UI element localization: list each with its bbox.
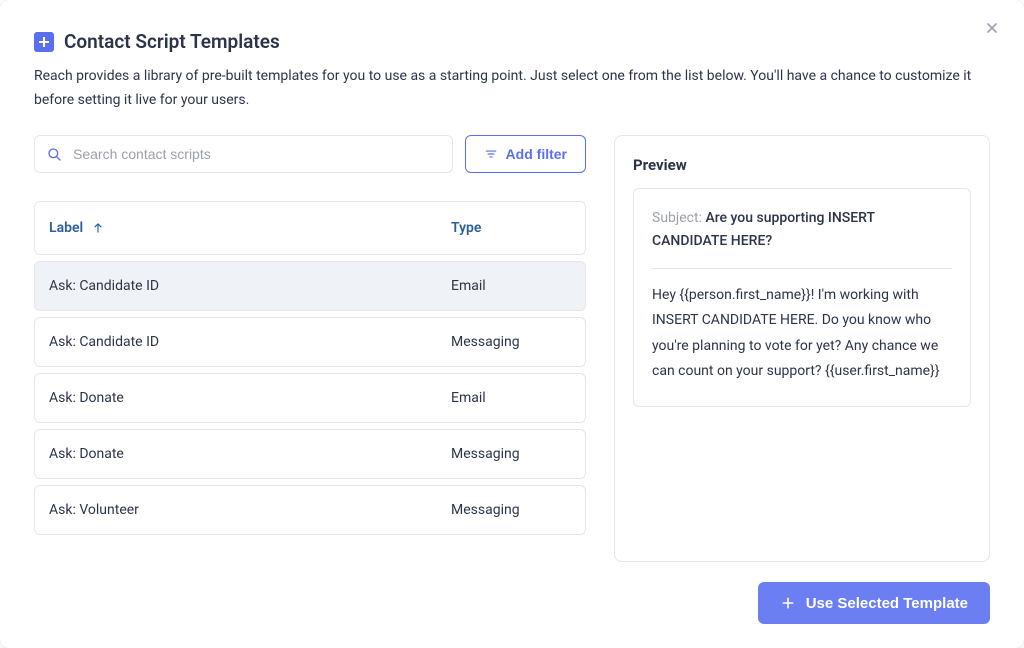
plus-icon	[780, 595, 796, 611]
use-selected-template-label: Use Selected Template	[806, 595, 968, 612]
preview-subject: Subject: Are you supporting INSERT CANDI…	[652, 207, 952, 270]
preview-subject-label: Subject:	[652, 210, 702, 226]
add-filter-button[interactable]: Add filter	[465, 135, 586, 173]
preview-title: Preview	[633, 156, 971, 174]
templates-modal: Contact Script Templates Reach provides …	[0, 0, 1024, 648]
close-icon	[984, 20, 1000, 36]
row-type: Messaging	[451, 334, 571, 350]
table-row[interactable]: Ask: VolunteerMessaging	[34, 485, 586, 535]
sort-asc-icon	[91, 221, 105, 235]
preview-box: Subject: Are you supporting INSERT CANDI…	[633, 188, 971, 407]
table-row[interactable]: Ask: DonateEmail	[34, 373, 586, 423]
row-label: Ask: Candidate ID	[49, 334, 451, 350]
row-label: Ask: Donate	[49, 446, 451, 462]
search-wrap	[34, 135, 453, 173]
column-header-type[interactable]: Type	[451, 220, 571, 236]
modal-body: Add filter Label Type Ask: Candidate IDE…	[34, 135, 990, 562]
table-row[interactable]: Ask: Candidate IDEmail	[34, 261, 586, 311]
row-type: Messaging	[451, 502, 571, 518]
column-header-label[interactable]: Label	[49, 220, 451, 236]
modal-footer: Use Selected Template	[34, 562, 990, 624]
table-row[interactable]: Ask: Candidate IDMessaging	[34, 317, 586, 367]
row-label: Ask: Candidate ID	[49, 278, 451, 294]
row-type: Email	[451, 390, 571, 406]
table-row[interactable]: Ask: DonateMessaging	[34, 429, 586, 479]
templates-list-panel: Add filter Label Type Ask: Candidate IDE…	[34, 135, 586, 562]
close-button[interactable]	[978, 14, 1006, 42]
templates-icon	[34, 32, 54, 52]
preview-body: Hey {{person.first_name}}! I'm working w…	[652, 283, 952, 384]
row-label: Ask: Donate	[49, 390, 451, 406]
list-header: Label Type	[34, 201, 586, 255]
modal-title: Contact Script Templates	[64, 30, 280, 53]
search-input[interactable]	[34, 135, 453, 173]
filter-icon	[484, 147, 498, 161]
use-selected-template-button[interactable]: Use Selected Template	[758, 582, 990, 624]
row-label: Ask: Volunteer	[49, 502, 451, 518]
preview-panel: Preview Subject: Are you supporting INSE…	[614, 135, 990, 562]
modal-subtitle: Reach provides a library of pre-built te…	[34, 65, 990, 113]
list-toolbar: Add filter	[34, 135, 586, 173]
row-type: Messaging	[451, 446, 571, 462]
modal-header: Contact Script Templates	[34, 30, 990, 53]
row-type: Email	[451, 278, 571, 294]
rows-container: Ask: Candidate IDEmailAsk: Candidate IDM…	[34, 261, 586, 535]
add-filter-label: Add filter	[506, 146, 567, 162]
